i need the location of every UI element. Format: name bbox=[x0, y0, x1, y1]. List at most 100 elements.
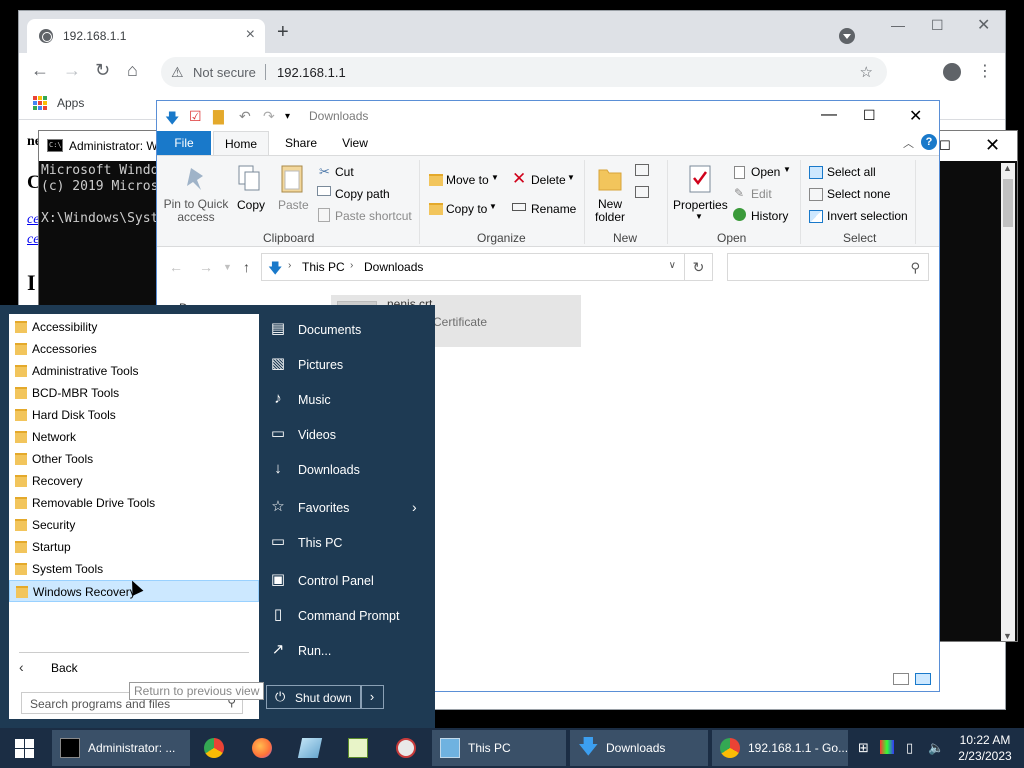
shutdown-options-button[interactable]: › bbox=[360, 685, 384, 709]
breadcrumb-downloads[interactable]: Downloads bbox=[364, 260, 423, 274]
place-this-pc[interactable]: ▭ This PC bbox=[268, 530, 428, 558]
reload-icon[interactable]: ↻ bbox=[95, 60, 110, 81]
scroll-down-icon[interactable]: ▼ bbox=[1003, 631, 1012, 641]
redo-icon[interactable]: ↷ bbox=[263, 108, 275, 125]
program-folder[interactable]: Startup bbox=[9, 536, 259, 558]
close-tab-icon[interactable]: × bbox=[246, 26, 255, 44]
shutdown-button[interactable]: ⏻ Shut down bbox=[266, 685, 362, 709]
undo-icon[interactable]: ↶ bbox=[239, 108, 251, 125]
place-music[interactable]: ♪ Music bbox=[268, 387, 428, 415]
maximize-button[interactable]: ☐ bbox=[939, 138, 951, 154]
up-arrow-icon[interactable]: ↑ bbox=[243, 259, 250, 275]
chevron-right-icon[interactable]: › bbox=[350, 260, 353, 271]
tab-share[interactable]: Share bbox=[279, 131, 323, 155]
url-text[interactable]: 192.168.1.1 bbox=[277, 65, 346, 80]
start-button[interactable] bbox=[0, 728, 48, 768]
collapse-ribbon-icon[interactable]: ︿ bbox=[903, 135, 914, 151]
large-icons-view-icon[interactable] bbox=[915, 673, 931, 685]
forward-arrow-icon[interactable]: → bbox=[63, 60, 81, 81]
place-run[interactable]: ↗ Run... bbox=[268, 638, 428, 666]
back-button[interactable]: ‹ Back bbox=[9, 656, 259, 682]
minimize-button[interactable]: — bbox=[821, 106, 837, 124]
program-folder[interactable]: Recovery bbox=[9, 470, 259, 492]
taskbar-chrome[interactable] bbox=[196, 730, 236, 766]
forward-arrow-icon[interactable]: → bbox=[199, 259, 213, 275]
taskbar-app[interactable] bbox=[292, 730, 332, 766]
usb-icon[interactable]: ▯ bbox=[906, 740, 913, 756]
display-icon[interactable] bbox=[880, 740, 894, 754]
program-label: Security bbox=[32, 518, 76, 532]
place-videos[interactable]: ▭ Videos bbox=[268, 422, 428, 450]
details-view-icon[interactable] bbox=[893, 673, 909, 685]
close-button[interactable]: ✕ bbox=[909, 106, 922, 126]
program-folder[interactable]: Administrative Tools bbox=[9, 360, 259, 382]
back-arrow-icon[interactable]: ← bbox=[169, 259, 183, 275]
console-output[interactable]: Microsoft Windo (c) 2019 Micros X:\Window… bbox=[41, 163, 158, 227]
bookmark-star-icon[interactable]: ☆ bbox=[860, 63, 873, 81]
chevron-down-icon[interactable]: ∨ bbox=[669, 260, 676, 271]
maximize-button[interactable]: ☐ bbox=[931, 17, 944, 34]
tab-home[interactable]: Home bbox=[213, 131, 269, 155]
properties-check-icon[interactable]: ☑ bbox=[189, 108, 202, 125]
taskbar-item-chrome[interactable]: 192.168.1.1 - Go... bbox=[712, 730, 848, 766]
search-input[interactable]: ⚲ bbox=[727, 253, 929, 281]
place-pictures[interactable]: ▧ Pictures bbox=[268, 352, 428, 380]
more-menu-icon[interactable]: ⋮ bbox=[977, 61, 993, 81]
program-folder[interactable]: Accessories bbox=[9, 338, 259, 360]
scroll-thumb[interactable] bbox=[1003, 179, 1013, 227]
program-folder[interactable]: BCD-MBR Tools bbox=[9, 382, 259, 404]
chevron-right-icon[interactable]: › bbox=[288, 260, 291, 271]
taskbar-app[interactable] bbox=[340, 730, 380, 766]
new-folder-qat-icon[interactable]: ▇ bbox=[213, 108, 224, 125]
recent-locations-icon[interactable]: ▼ bbox=[223, 262, 232, 272]
program-folder[interactable]: Network bbox=[9, 426, 259, 448]
address-box[interactable]: 🡇 › This PC › Downloads ∨ bbox=[261, 253, 685, 281]
security-label[interactable]: Not secure bbox=[193, 65, 256, 80]
scroll-up-icon[interactable]: ▲ bbox=[1003, 163, 1012, 173]
taskbar-firefox[interactable] bbox=[244, 730, 284, 766]
tab-view[interactable]: View bbox=[333, 131, 377, 155]
maximize-button[interactable]: ☐ bbox=[863, 107, 876, 124]
new-tab-button[interactable]: + bbox=[277, 22, 289, 42]
cmd-scrollbar[interactable]: ▲ ▼ bbox=[1001, 163, 1015, 641]
program-folder[interactable]: Removable Drive Tools bbox=[9, 492, 259, 514]
breadcrumb-this-pc[interactable]: This PC bbox=[302, 260, 345, 274]
help-icon[interactable]: ? bbox=[921, 134, 937, 150]
place-downloads[interactable]: ↓ Downloads bbox=[268, 457, 428, 485]
tab-search-icon[interactable] bbox=[839, 28, 855, 44]
profile-avatar-icon[interactable] bbox=[943, 63, 961, 81]
refresh-button[interactable]: ↻ bbox=[685, 253, 713, 281]
close-button[interactable]: ✕ bbox=[985, 135, 1000, 156]
volume-icon[interactable]: 🔈 bbox=[928, 740, 944, 756]
warning-icon[interactable]: ⚠ bbox=[171, 64, 184, 81]
back-arrow-icon[interactable]: ← bbox=[31, 60, 49, 81]
browser-tab[interactable]: 192.168.1.1 × bbox=[27, 19, 265, 53]
new-item-icon[interactable] bbox=[635, 164, 649, 176]
apps-grid-icon[interactable] bbox=[33, 96, 47, 110]
easy-access-icon[interactable] bbox=[635, 186, 649, 198]
address-bar[interactable]: ⚠ Not secure 192.168.1.1 ☆ bbox=[161, 57, 887, 87]
taskbar-item-downloads[interactable]: 🡇 Downloads bbox=[570, 730, 708, 766]
clock[interactable]: 10:22 AM 2/23/2023 bbox=[950, 732, 1020, 764]
minimize-button[interactable]: — bbox=[891, 17, 905, 33]
taskbar-item-this-pc[interactable]: This PC bbox=[432, 730, 566, 766]
qat-dropdown-icon[interactable]: ▾ bbox=[285, 111, 290, 122]
program-folder[interactable]: System Tools bbox=[9, 558, 259, 580]
program-folder[interactable]: Hard Disk Tools bbox=[9, 404, 259, 426]
place-command-prompt[interactable]: ▯ Command Prompt bbox=[268, 603, 428, 631]
place-documents[interactable]: ▤ Documents bbox=[268, 317, 428, 345]
program-folder[interactable]: Other Tools bbox=[9, 448, 259, 470]
explorer-titlebar[interactable]: 🡇 ☑ ▇ ↶ ↷ ▾ Downloads — ☐ ✕ bbox=[157, 101, 939, 131]
apps-bookmark[interactable]: Apps bbox=[57, 96, 84, 110]
network-icon[interactable]: ⊞ bbox=[858, 740, 869, 756]
tab-file[interactable]: File bbox=[157, 131, 211, 155]
close-window-button[interactable]: ✕ bbox=[977, 15, 990, 35]
taskbar-item-cmd[interactable]: Administrator: ... bbox=[52, 730, 190, 766]
program-folder[interactable]: Security bbox=[9, 514, 259, 536]
place-control-panel[interactable]: ▣ Control Panel bbox=[268, 568, 428, 596]
home-icon[interactable]: ⌂ bbox=[127, 60, 138, 81]
place-favorites[interactable]: ☆ Favorites › bbox=[268, 495, 428, 523]
down-arrow-icon[interactable]: 🡇 bbox=[165, 108, 179, 132]
program-folder[interactable]: Accessibility bbox=[9, 316, 259, 338]
taskbar-app[interactable] bbox=[388, 730, 428, 766]
